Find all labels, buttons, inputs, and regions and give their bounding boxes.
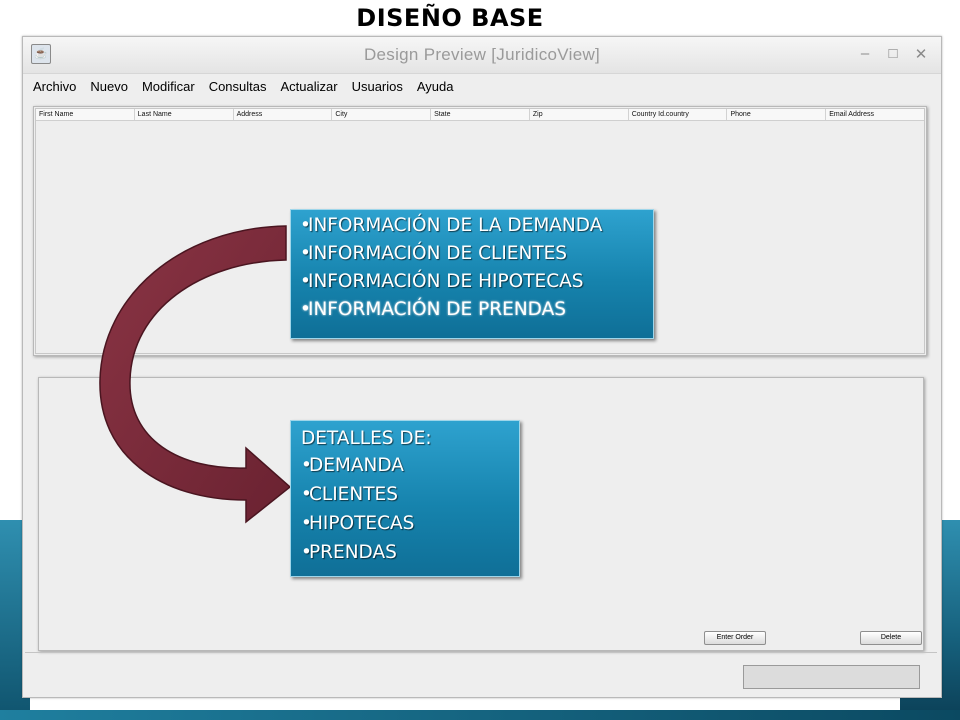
list-item: •INFORMACIÓN DE PRENDAS — [300, 299, 566, 320]
list-item: •INFORMACIÓN DE LA DEMANDA — [300, 215, 603, 236]
list-item: •DEMANDA — [301, 455, 404, 476]
callout-details: DETALLES DE: •DEMANDA •CLIENTES •HIPOTEC… — [290, 420, 520, 577]
list-item: •PRENDAS — [301, 542, 397, 563]
list-item: •INFORMACIÓN DE CLIENTES — [300, 243, 568, 264]
list-item: •INFORMACIÓN DE HIPOTECAS — [300, 271, 584, 292]
list-item: •CLIENTES — [301, 484, 398, 505]
callout-main-info-text: •INFORMACIÓN DE LA DEMANDA •INFORMACIÓN … — [290, 209, 652, 389]
list-item: •HIPOTECAS — [301, 513, 415, 534]
callout-details-heading: DETALLES DE: — [301, 428, 432, 449]
